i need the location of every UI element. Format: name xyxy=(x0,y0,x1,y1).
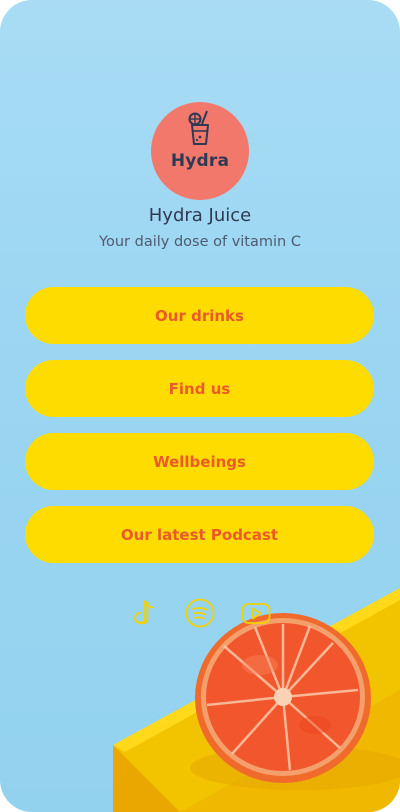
profile-tagline: Your daily dose of vitamin C xyxy=(99,234,301,250)
find-us-button[interactable]: Find us xyxy=(25,360,374,417)
profile-name: Hydra Juice xyxy=(148,205,252,226)
wellbeings-button[interactable]: Wellbeings xyxy=(25,433,374,490)
spotify-icon[interactable] xyxy=(183,596,217,630)
tiktok-icon[interactable] xyxy=(127,596,161,630)
latest-podcast-button[interactable]: Our latest Podcast xyxy=(25,506,374,563)
phone-screen: Hydra Hydra Juice Your daily dose of vit… xyxy=(0,0,400,812)
juice-glass-icon xyxy=(188,110,209,145)
our-drinks-button[interactable]: Our drinks xyxy=(25,287,374,344)
logo-text: Hydra xyxy=(170,151,230,171)
youtube-icon[interactable] xyxy=(239,596,273,630)
brand-logo: Hydra xyxy=(151,102,249,200)
